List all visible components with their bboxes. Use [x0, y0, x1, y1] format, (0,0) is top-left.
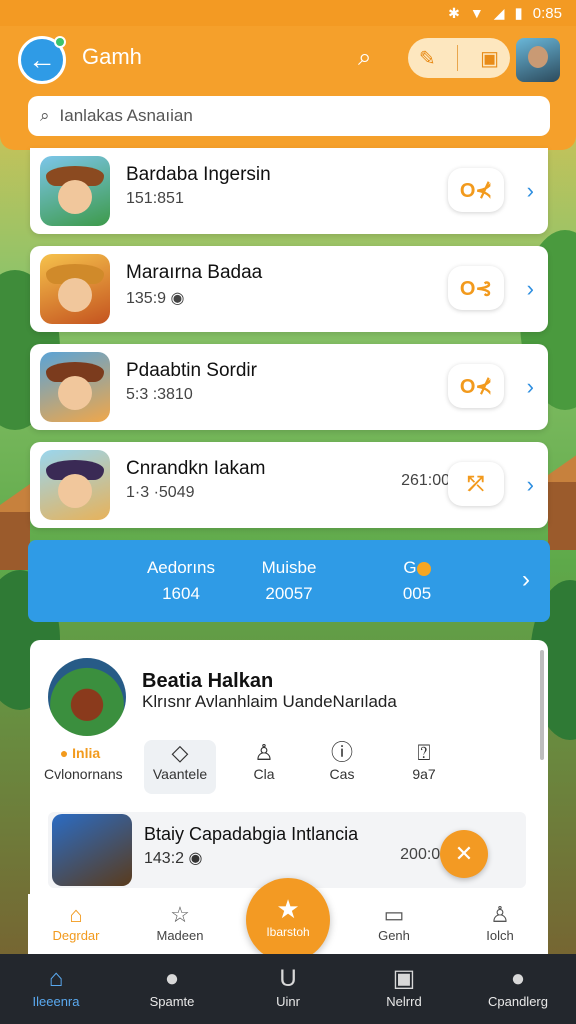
user-avatar[interactable]: [516, 38, 560, 82]
diamond-icon: ◇: [171, 740, 189, 765]
tab-class[interactable]: ♙ Cla: [228, 740, 300, 794]
sysnav-profile[interactable]: ● Cpandlerg: [468, 964, 568, 1009]
stats-banner[interactable]: Aedorıns 1604 Muisbe 20057 G 005 ›: [28, 540, 550, 622]
battery-icon: ▮: [514, 5, 523, 22]
tab-bag[interactable]: ⍰ 9a7: [388, 740, 460, 794]
play-button[interactable]: O⊰: [448, 266, 504, 310]
game-subtitle: 135:9 ◉: [126, 290, 185, 307]
nav-featured[interactable]: ☆ Madeen: [140, 902, 220, 943]
list-item[interactable]: Cnrandkn Iakam 1·3 ·5049 261:00 ⤱ ›: [30, 442, 548, 528]
window-icon: ▣: [392, 965, 416, 992]
header-actions: ✎ ▣: [408, 38, 510, 78]
tab-info[interactable]: ⓘ Cas: [306, 740, 378, 794]
app-header: ← Gamh ⌕ ✎ ▣ ⌕ Ianlakas Asnaıian: [0, 26, 576, 150]
info-icon: ⓘ: [330, 740, 353, 765]
sysnav-home[interactable]: ⌂ Ileeenra: [6, 964, 106, 1009]
person-icon: ♙: [254, 740, 274, 765]
home-icon: ⌂: [69, 902, 83, 927]
game-thumbnail: [40, 352, 110, 422]
search-icon[interactable]: ⌕: [358, 44, 371, 72]
game-title: Bardaba Ingersin: [126, 164, 271, 185]
chevron-right-icon[interactable]: ›: [527, 178, 534, 204]
nav-games[interactable]: ▭ Genh: [354, 902, 434, 943]
game-title: Cnrandkn Iakam: [126, 458, 266, 479]
tab-variants[interactable]: ◇ Vaantele: [144, 740, 216, 794]
status-bar: ✱ ▼ ◢ ▮ 0:85: [0, 0, 576, 26]
wifi-icon: ▼: [469, 5, 484, 21]
online-dot: [54, 36, 66, 48]
home-icon: ⌂: [48, 965, 64, 992]
game-subtitle: 1·3 ·5049: [126, 484, 195, 501]
game-thumbnail: [40, 156, 110, 226]
game-title: Maraırna Badaa: [126, 262, 263, 283]
horseshoe-icon: U: [279, 965, 297, 992]
sysnav-messages[interactable]: ▣ Nelrrd: [354, 964, 454, 1009]
stat-3: G 005: [402, 558, 432, 603]
search-icon: ⌕: [40, 106, 50, 125]
scrollbar[interactable]: [540, 650, 544, 760]
list-item[interactable]: Bardaba Ingersin 151:851 O⊀ ›: [30, 148, 548, 234]
person-icon: ●: [510, 965, 526, 992]
star-icon: ★: [276, 894, 300, 924]
divider: [457, 45, 459, 71]
search-input[interactable]: ⌕ Ianlakas Asnaıian: [28, 96, 550, 136]
app-title: Gamh: [82, 44, 142, 69]
play-button[interactable]: ⤱: [448, 462, 504, 506]
system-nav-bar: ⌂ Ileeenra ● Spamte U Uinr ▣ Nelrrd ● Cp…: [0, 954, 576, 1024]
search-placeholder: Ianlakas Asnaıian: [59, 106, 193, 125]
status-dot: [416, 561, 431, 576]
stat-2: Muisbe 20057: [261, 558, 317, 603]
status-time: 0:85: [532, 4, 562, 22]
game-subtitle: 151:851: [126, 190, 184, 207]
person-icon: ♙: [490, 902, 510, 927]
inbox-icon[interactable]: ▣: [480, 46, 499, 71]
signal-icon: ◢: [493, 4, 505, 21]
stat-1: Aedorıns 1604: [146, 558, 216, 603]
chevron-right-icon[interactable]: ›: [527, 374, 534, 400]
nav-profile[interactable]: ♙ Iolch: [460, 902, 540, 943]
detail-title: Beatia Halkan: [142, 670, 274, 692]
back-button[interactable]: ←: [18, 36, 66, 84]
row-title: Btaiy Capadabgia Intlancia: [144, 824, 359, 844]
game-thumbnail: [40, 254, 110, 324]
row-subtitle: 143:2 ◉: [144, 850, 203, 867]
detail-tabs: ● Inlia Cvlonornans ◇ Vaantele ♙ Cla ⓘ C…: [44, 740, 514, 796]
vibrate-icon: ✱: [448, 4, 460, 21]
gamepad-icon: ▭: [383, 902, 405, 927]
list-item[interactable]: Maraırna Badaa 135:9 ◉ O⊰ ›: [30, 246, 548, 332]
nav-home[interactable]: ⌂ Degrdar: [36, 902, 116, 943]
person-icon: ●: [164, 965, 180, 992]
game-thumbnail: [52, 814, 132, 886]
play-button[interactable]: O⊀: [448, 364, 504, 408]
game-time: 261:00: [401, 472, 450, 489]
detail-subtitle: Klrısnr Avlanhlaim UandeNarılada: [142, 692, 397, 711]
chevron-right-icon[interactable]: ›: [527, 472, 534, 498]
game-subtitle: 5:3 :3810: [126, 386, 193, 403]
tab-overview[interactable]: ● Inlia Cvlonornans: [44, 740, 123, 794]
sysnav-games[interactable]: ● Spamte: [122, 964, 222, 1009]
edit-icon[interactable]: ✎: [419, 46, 436, 71]
center-action-button[interactable]: ★ Ibarstoh: [246, 878, 330, 962]
detail-avatar: [48, 658, 126, 736]
game-thumbnail: [40, 450, 110, 520]
sysnav-user[interactable]: U Uinr: [238, 964, 338, 1009]
chevron-right-icon[interactable]: ›: [522, 566, 530, 594]
chevron-right-icon[interactable]: ›: [527, 276, 534, 302]
game-list: Bardaba Ingersin 151:851 O⊀ › Maraırna B…: [30, 148, 548, 540]
star-icon: ☆: [170, 902, 190, 927]
bag-icon: ⍰: [417, 740, 431, 765]
game-title: Pdaabtin Sordir: [126, 360, 257, 381]
list-item[interactable]: Pdaabtin Sordir 5:3 :3810 O⊀ ›: [30, 344, 548, 430]
action-fab[interactable]: ✕: [440, 830, 488, 878]
play-button[interactable]: O⊀: [448, 168, 504, 212]
arrow-left-icon: ←: [28, 44, 56, 75]
swords-icon: ✕: [454, 841, 474, 866]
